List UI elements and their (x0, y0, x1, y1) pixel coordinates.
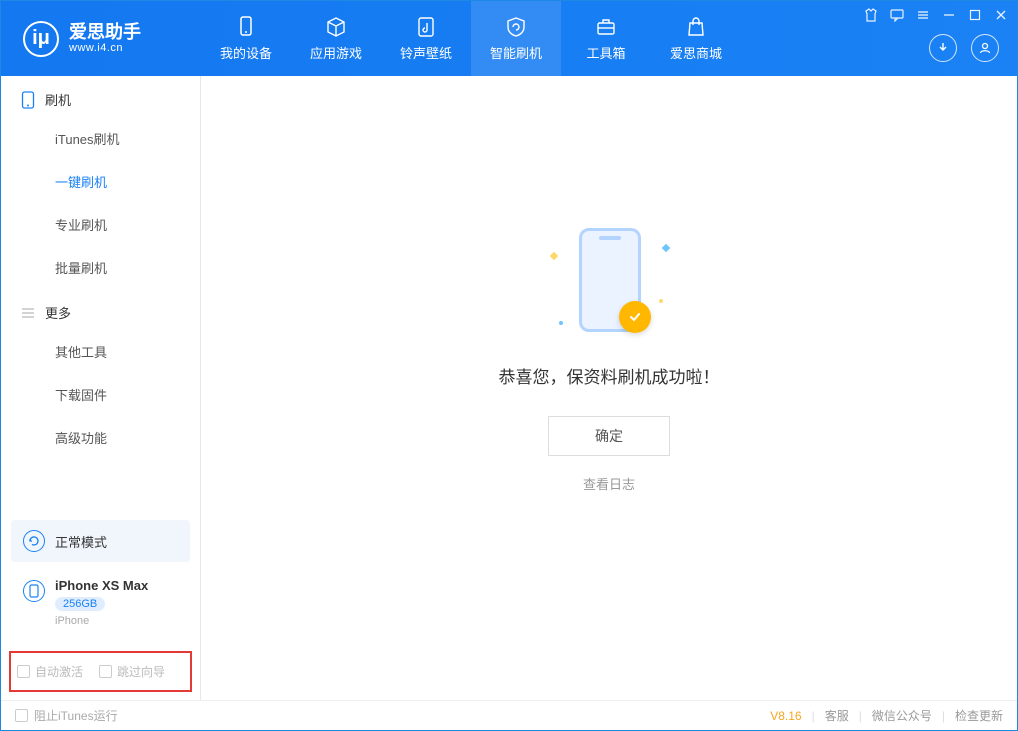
device-phone-icon (23, 580, 45, 602)
device-name: iPhone XS Max (55, 578, 148, 593)
download-button[interactable] (929, 34, 957, 62)
view-log-link[interactable]: 查看日志 (583, 474, 635, 493)
success-illustration (549, 223, 669, 343)
mode-label: 正常模式 (55, 532, 107, 551)
shield-refresh-icon (504, 15, 528, 39)
device-card[interactable]: iPhone XS Max 256GB iPhone (11, 568, 190, 637)
refresh-icon (23, 530, 45, 552)
menu-icon[interactable] (915, 7, 931, 23)
checkbox-skip-guide[interactable]: 跳过向导 (99, 663, 165, 680)
list-icon (21, 306, 35, 320)
tab-smart-flash[interactable]: 智能刷机 (471, 1, 561, 76)
user-account-button[interactable] (971, 34, 999, 62)
version-label: V8.16 (770, 709, 801, 723)
device-capacity: 256GB (55, 597, 105, 611)
sidebar-item-advanced[interactable]: 高级功能 (1, 416, 200, 459)
bag-icon (684, 15, 708, 39)
main-content: 恭喜您，保资料刷机成功啦！ 确定 查看日志 (201, 76, 1017, 700)
checkbox-icon (15, 709, 28, 722)
logo-icon: iμ (23, 21, 59, 57)
feedback-icon[interactable] (889, 7, 905, 23)
ok-button[interactable]: 确定 (548, 416, 670, 456)
window-controls (863, 7, 1009, 23)
sidebar-section-more: 更多 (1, 289, 200, 330)
tab-apps-games[interactable]: 应用游戏 (291, 1, 381, 76)
sidebar-item-other-tools[interactable]: 其他工具 (1, 330, 200, 373)
sidebar-item-batch-flash[interactable]: 批量刷机 (1, 246, 200, 289)
app-logo[interactable]: iμ 爱思助手 www.i4.cn (1, 21, 201, 57)
close-button[interactable] (993, 7, 1009, 23)
header-bar: iμ 爱思助手 www.i4.cn 我的设备 应用游戏 铃声壁纸 智能刷机 工具… (1, 1, 1017, 76)
checkbox-block-itunes[interactable]: 阻止iTunes运行 (15, 707, 118, 724)
sidebar: 刷机 iTunes刷机 一键刷机 专业刷机 批量刷机 更多 其他工具 下载固件 … (1, 76, 201, 700)
highlighted-options-box: 自动激活 跳过向导 (9, 651, 192, 692)
tab-store[interactable]: 爱思商城 (651, 1, 741, 76)
music-note-icon (414, 15, 438, 39)
footer-link-wechat[interactable]: 微信公众号 (872, 707, 932, 724)
sidebar-section-flash: 刷机 (1, 76, 200, 117)
checkbox-icon (99, 665, 112, 678)
checkmark-badge-icon (619, 301, 651, 333)
skin-icon[interactable] (863, 7, 879, 23)
sidebar-item-download-firmware[interactable]: 下载固件 (1, 373, 200, 416)
app-title: 爱思助手 (69, 23, 141, 43)
tab-toolbox[interactable]: 工具箱 (561, 1, 651, 76)
toolbox-icon (594, 15, 618, 39)
checkbox-icon (17, 665, 30, 678)
device-icon (234, 15, 258, 39)
cube-icon (324, 15, 348, 39)
sidebar-item-oneclick-flash[interactable]: 一键刷机 (1, 160, 200, 203)
sidebar-item-itunes-flash[interactable]: iTunes刷机 (1, 117, 200, 160)
footer-link-support[interactable]: 客服 (825, 707, 849, 724)
sidebar-item-pro-flash[interactable]: 专业刷机 (1, 203, 200, 246)
minimize-button[interactable] (941, 7, 957, 23)
tab-ringtones-wallpapers[interactable]: 铃声壁纸 (381, 1, 471, 76)
app-subtitle: www.i4.cn (69, 42, 141, 54)
header-actions (929, 34, 999, 62)
tab-my-device[interactable]: 我的设备 (201, 1, 291, 76)
footer-bar: 阻止iTunes运行 V8.16 | 客服 | 微信公众号 | 检查更新 (1, 700, 1017, 730)
maximize-button[interactable] (967, 7, 983, 23)
mode-card[interactable]: 正常模式 (11, 520, 190, 562)
footer-link-update[interactable]: 检查更新 (955, 707, 1003, 724)
device-type: iPhone (55, 615, 148, 627)
phone-icon (21, 91, 35, 109)
main-tabs: 我的设备 应用游戏 铃声壁纸 智能刷机 工具箱 爱思商城 (201, 1, 741, 76)
success-message: 恭喜您，保资料刷机成功啦！ (499, 363, 720, 388)
checkbox-auto-activate[interactable]: 自动激活 (17, 663, 83, 680)
